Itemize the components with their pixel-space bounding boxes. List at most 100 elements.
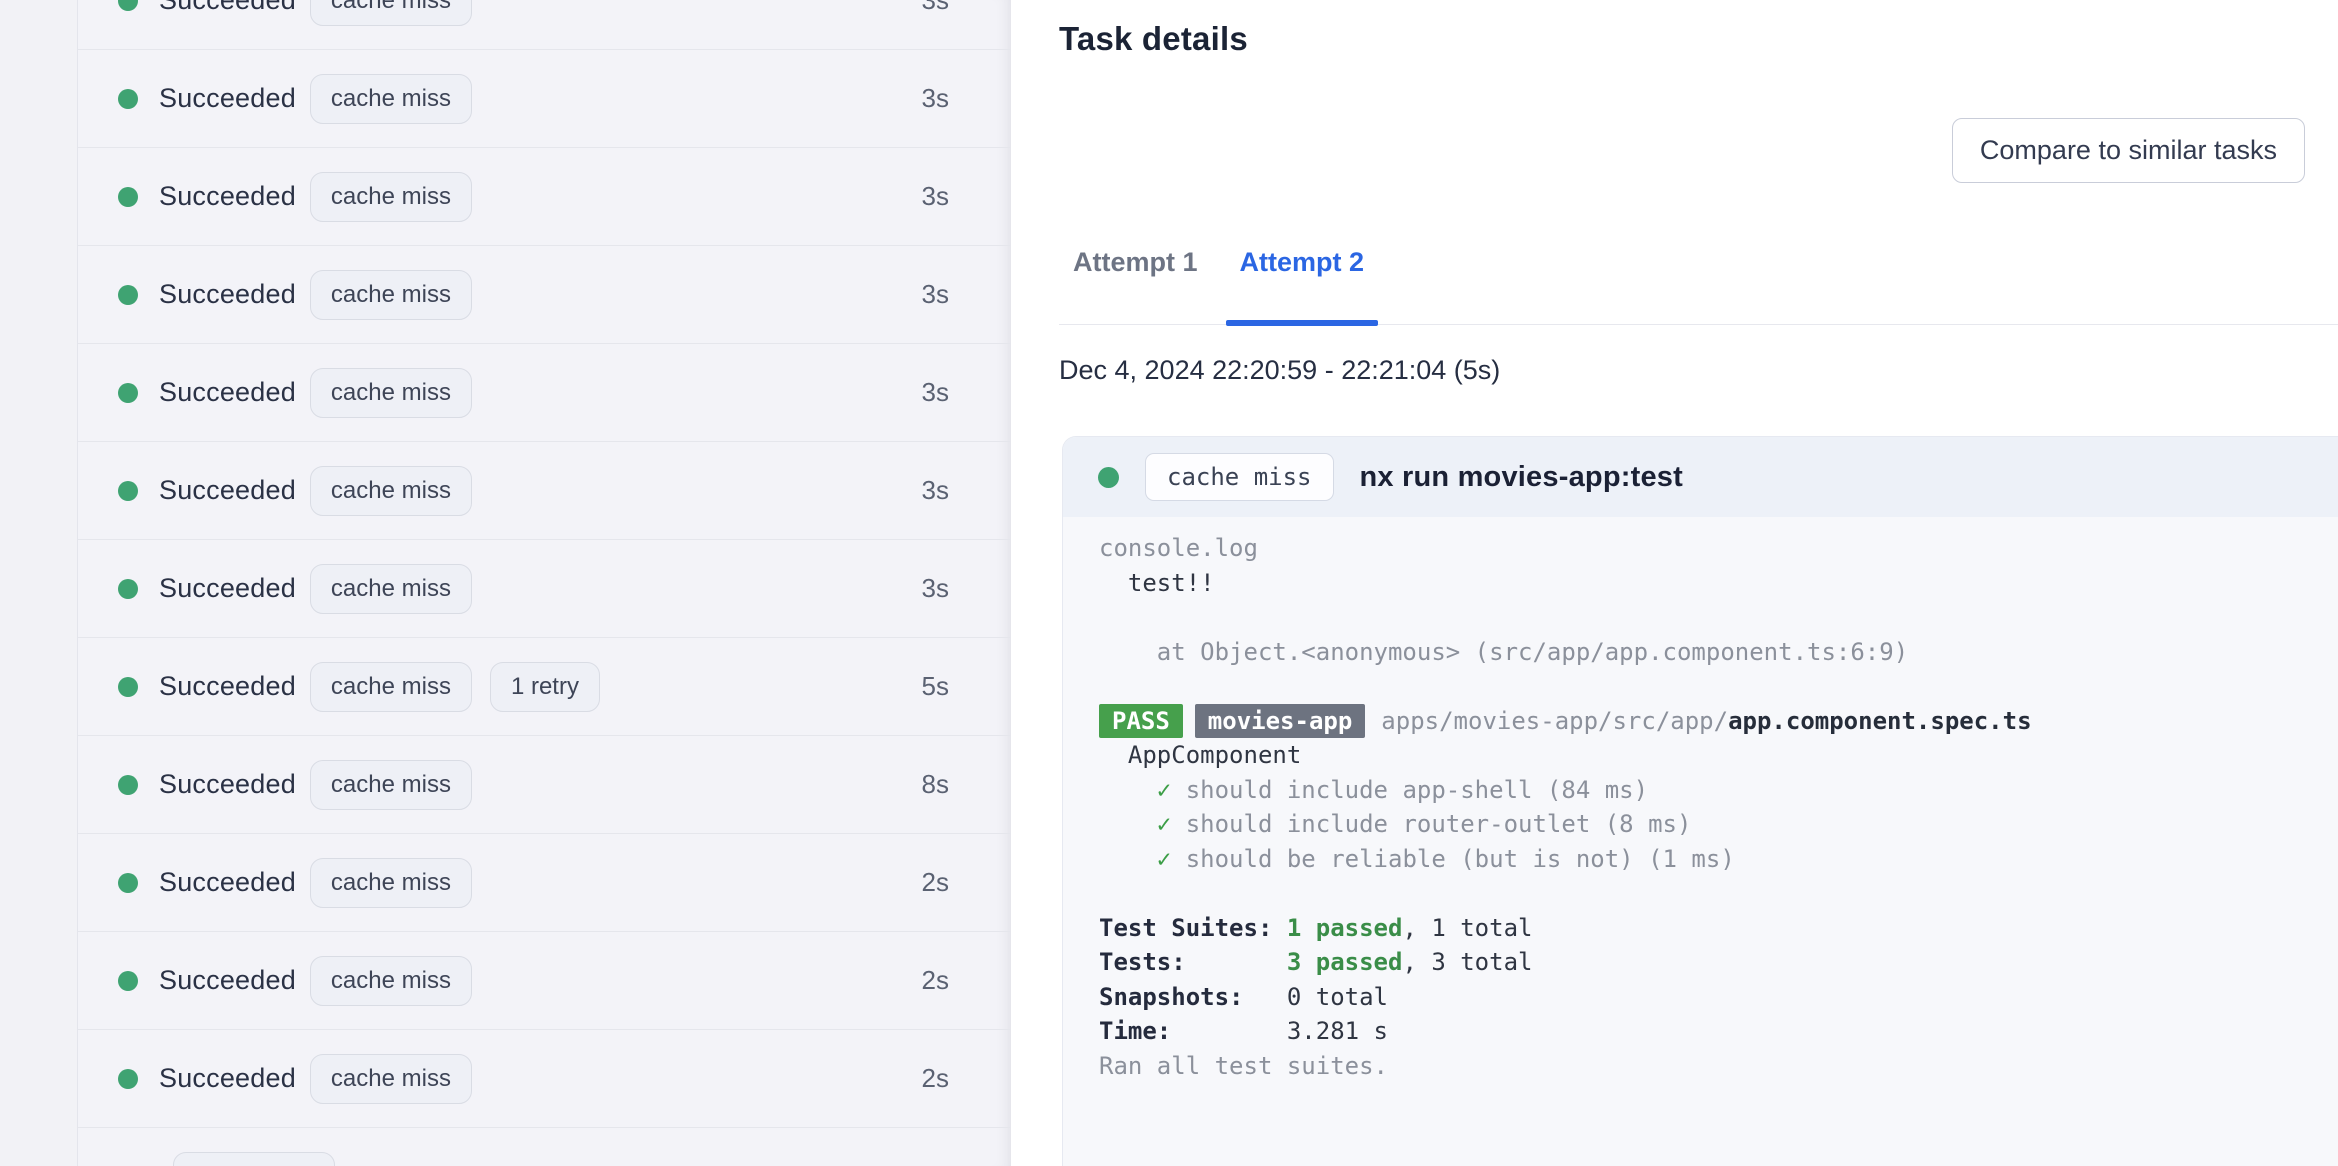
cache-status-badge: cache miss bbox=[309, 759, 472, 810]
cache-status-badge: cache miss bbox=[1145, 453, 1334, 501]
retry-badge: 1 retry bbox=[489, 661, 600, 712]
attempt-tabs: Attempt 1 Attempt 2 bbox=[1059, 247, 2338, 326]
terminal-line: ✓ should include router-outlet (8 ms) bbox=[1156, 810, 1692, 838]
task-duration: 3s bbox=[921, 573, 949, 603]
task-rows: Succeeded cache miss 3s Succeeded cache miss… bbox=[78, 0, 1011, 1166]
cache-status-badge: cache miss bbox=[309, 563, 472, 614]
task-status-label: Succeeded bbox=[159, 279, 296, 309]
task-status-label: Succeeded bbox=[159, 377, 296, 407]
terminal-line: Snapshots: 0 total bbox=[1099, 982, 1388, 1011]
toolbar: Compare to similar tasks bbox=[1011, 118, 2338, 183]
status-success-icon bbox=[118, 872, 138, 893]
task-duration: 2s bbox=[921, 867, 949, 897]
task-details-panel: Task details Compare to similar tasks At… bbox=[1011, 0, 2338, 1166]
project-badge: movies-app bbox=[1194, 703, 1366, 738]
terminal-output: console.log test!! at Object.<anonymous>… bbox=[1063, 517, 2338, 1166]
left-gutter bbox=[0, 0, 78, 1166]
task-row[interactable]: Succeeded cache miss 1 retry 5s bbox=[78, 638, 1011, 736]
task-status-label: Succeeded bbox=[159, 0, 296, 15]
task-list: Succeeded cache miss 3s Succeeded cache miss… bbox=[78, 0, 1011, 1166]
status-success-icon bbox=[118, 284, 138, 305]
task-row[interactable]: Succeeded cache miss 3s bbox=[78, 50, 1011, 148]
cache-status-badge: cache miss bbox=[309, 857, 472, 908]
terminal-line: console.log bbox=[1099, 534, 1258, 562]
task-status-label: Succeeded bbox=[159, 769, 296, 799]
check-icon: ✓ bbox=[1156, 844, 1172, 873]
terminal-line: Tests: 3 passed, 3 total bbox=[1099, 948, 1533, 976]
task-status-label: Succeeded bbox=[159, 475, 296, 505]
status-success-icon bbox=[1098, 466, 1119, 488]
terminal-line: AppComponent bbox=[1099, 741, 1302, 769]
terminal-line: test!! bbox=[1099, 568, 1215, 597]
task-duration: 8s bbox=[921, 769, 949, 799]
status-success-icon bbox=[118, 186, 138, 207]
task-duration: 2s bbox=[921, 1063, 949, 1093]
task-status-label: Succeeded bbox=[159, 965, 296, 995]
status-success-icon bbox=[118, 970, 138, 991]
task-duration: 3s bbox=[921, 0, 949, 15]
task-row[interactable]: cache miss bbox=[78, 1128, 1011, 1166]
task-row[interactable]: Succeeded cache miss 3s bbox=[78, 246, 1011, 344]
cache-status-badge: cache miss bbox=[309, 171, 472, 222]
terminal-line: ✓ should include app-shell (84 ms) bbox=[1156, 775, 1649, 804]
task-status-label: Succeeded bbox=[159, 867, 296, 897]
task-duration: 3s bbox=[921, 377, 949, 407]
status-success-icon bbox=[118, 1068, 138, 1089]
task-card-header: cache miss nx run movies-app:test bbox=[1063, 437, 2338, 517]
task-duration: 3s bbox=[921, 475, 949, 505]
cache-status-badge: cache miss bbox=[173, 1151, 336, 1166]
cache-status-badge: cache miss bbox=[309, 1053, 472, 1104]
status-success-icon bbox=[118, 88, 138, 109]
cache-status-badge: cache miss bbox=[309, 661, 472, 712]
cache-status-badge: cache miss bbox=[309, 955, 472, 1006]
task-row[interactable]: Succeeded cache miss 2s bbox=[78, 1030, 1011, 1128]
task-row[interactable]: Succeeded cache miss 2s bbox=[78, 834, 1011, 932]
status-success-icon bbox=[118, 676, 138, 697]
cache-status-badge: cache miss bbox=[309, 367, 472, 418]
terminal-line: Ran all test suites. bbox=[1099, 1051, 1388, 1080]
compare-similar-tasks-button[interactable]: Compare to similar tasks bbox=[1951, 118, 2305, 183]
status-success-icon bbox=[118, 0, 138, 11]
task-row[interactable]: Succeeded cache miss 3s bbox=[78, 344, 1011, 442]
status-success-icon bbox=[118, 774, 138, 795]
jest-pass-badge: PASS bbox=[1099, 703, 1183, 738]
terminal-line: ✓ should be reliable (but is not) (1 ms) bbox=[1156, 844, 1735, 873]
task-row[interactable]: Succeeded cache miss 8s bbox=[78, 736, 1011, 834]
page-title: Task details bbox=[1059, 20, 1248, 57]
check-icon: ✓ bbox=[1156, 810, 1172, 838]
task-card: cache miss nx run movies-app:test consol… bbox=[1062, 436, 2338, 1166]
task-duration: 2s bbox=[921, 965, 949, 995]
task-status-label: Succeeded bbox=[159, 573, 296, 603]
status-success-icon bbox=[118, 578, 138, 599]
task-row[interactable]: Succeeded cache miss 2s bbox=[78, 932, 1011, 1030]
task-row[interactable]: Succeeded cache miss 3s bbox=[78, 540, 1011, 638]
cache-status-badge: cache miss bbox=[309, 465, 472, 516]
task-row[interactable]: Succeeded cache miss 3s bbox=[78, 0, 1011, 50]
task-status-label: Succeeded bbox=[159, 1063, 296, 1093]
cache-status-badge: cache miss bbox=[309, 0, 472, 26]
task-status-label: Succeeded bbox=[159, 83, 296, 113]
terminal-line: at Object.<anonymous> (src/app/app.compo… bbox=[1099, 637, 1909, 666]
tab-attempt-1[interactable]: Attempt 1 bbox=[1059, 247, 1212, 324]
cache-status-badge: cache miss bbox=[309, 73, 472, 124]
tab-attempt-2[interactable]: Attempt 2 bbox=[1225, 247, 1379, 326]
task-duration: 3s bbox=[921, 83, 949, 113]
task-duration: 3s bbox=[921, 279, 949, 309]
task-row[interactable]: Succeeded cache miss 3s bbox=[78, 442, 1011, 540]
status-success-icon bbox=[118, 382, 138, 403]
attempt-date-range: Dec 4, 2024 22:20:59 - 22:21:04 (5s) bbox=[1059, 355, 1501, 385]
task-duration: 5s bbox=[921, 671, 949, 701]
status-success-icon bbox=[118, 480, 138, 501]
task-duration: 3s bbox=[921, 181, 949, 211]
cache-status-badge: cache miss bbox=[309, 269, 472, 320]
task-row[interactable]: Succeeded cache miss 3s bbox=[78, 148, 1011, 246]
task-status-label: Succeeded bbox=[159, 181, 296, 211]
terminal-line: Time: 3.281 s bbox=[1099, 1017, 1388, 1045]
check-icon: ✓ bbox=[1156, 775, 1172, 804]
terminal-line: Test Suites: 1 passed, 1 total bbox=[1099, 913, 1533, 942]
nx-cloud-run-page: Succeeded cache miss 3s Succeeded cache miss… bbox=[0, 0, 2338, 1166]
task-command: nx run movies-app:test bbox=[1359, 460, 1683, 493]
